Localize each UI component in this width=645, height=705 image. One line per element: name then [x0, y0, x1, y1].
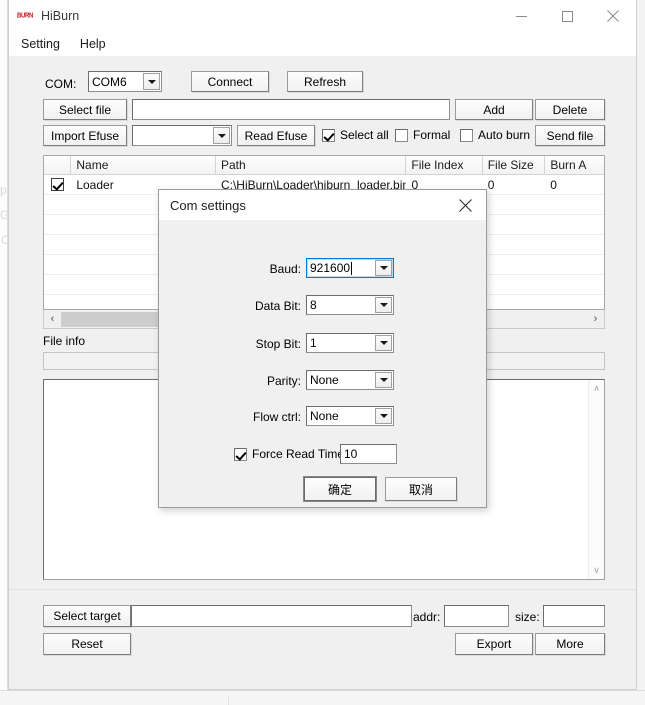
stop-bit-value: 1: [310, 336, 317, 350]
taskbar-edge-line: [0, 690, 645, 691]
data-bit-value: 8: [310, 298, 317, 312]
row-burn-addr: 0: [545, 175, 604, 195]
bottom-panel: Select target addr: size: Reset Export M…: [9, 589, 636, 689]
connect-button[interactable]: Connect: [191, 71, 269, 92]
chevron-down-icon[interactable]: [375, 408, 392, 424]
baud-value: 921600: [310, 261, 351, 275]
checkbox-box: [322, 128, 335, 142]
menu-item-setting[interactable]: Setting: [21, 35, 70, 53]
data-bit-label: Data Bit:: [254, 299, 301, 313]
table-header-file-size[interactable]: File Size: [482, 156, 546, 175]
chevron-down-icon[interactable]: [143, 73, 160, 90]
log-vertical-scrollbar[interactable]: ∧ ∨: [588, 380, 604, 579]
read-efuse-button[interactable]: Read Efuse: [237, 125, 315, 146]
select-all-checkbox[interactable]: Select all: [322, 128, 389, 142]
minimize-icon[interactable]: [498, 0, 544, 32]
chevron-down-icon[interactable]: [375, 297, 392, 313]
table-header-file-index[interactable]: File Index: [406, 156, 483, 175]
import-efuse-button[interactable]: Import Efuse: [43, 125, 127, 146]
scroll-down-icon[interactable]: ∨: [589, 562, 605, 579]
checkbox-box: [395, 128, 408, 142]
export-button[interactable]: Export: [455, 633, 533, 655]
window-controls: [498, 0, 636, 32]
formal-checkbox[interactable]: Formal: [395, 128, 450, 142]
send-file-button[interactable]: Send file: [535, 125, 605, 146]
add-button[interactable]: Add: [455, 99, 533, 120]
flow-ctrl-select[interactable]: None: [306, 406, 394, 426]
file-info-label: File info: [43, 334, 86, 348]
dialog-title-bar: Com settings: [159, 190, 486, 220]
row-select-checkbox[interactable]: [44, 175, 72, 195]
dialog-title: Com settings: [170, 197, 246, 213]
select-file-button[interactable]: Select file: [43, 99, 127, 120]
select-target-button[interactable]: Select target: [43, 605, 131, 627]
dialog-close-icon[interactable]: [444, 190, 486, 220]
scroll-up-icon[interactable]: ∧: [589, 380, 605, 397]
select-all-label: Select all: [340, 128, 389, 142]
menu-item-help[interactable]: Help: [80, 35, 116, 53]
table-header-burn-addr[interactable]: Burn A: [545, 156, 604, 175]
com-port-select[interactable]: COM6: [88, 71, 162, 92]
more-button[interactable]: More: [535, 633, 605, 655]
force-read-time-label: Force Read Time: [252, 447, 345, 461]
auto-burn-label: Auto burn: [478, 128, 531, 142]
row-file-size: 0: [482, 175, 546, 195]
force-read-time-checkbox[interactable]: Force Read Time: [234, 447, 344, 461]
baud-select[interactable]: 921600: [306, 258, 394, 278]
baud-label: Baud:: [269, 262, 301, 276]
com-port-value: COM6: [92, 74, 127, 89]
ok-button[interactable]: 确定: [304, 477, 376, 501]
scroll-left-icon[interactable]: ‹: [44, 310, 61, 328]
com-settings-dialog: Com settings Baud: 921600 Data Bit: 8 St…: [158, 189, 487, 508]
checkbox-box: [234, 447, 247, 461]
window-title: HiBurn: [41, 9, 80, 23]
file-path-input[interactable]: [132, 99, 450, 120]
text-caret: [351, 261, 353, 275]
maximize-icon[interactable]: [544, 0, 590, 32]
stop-bit-label: Stop Bit:: [255, 337, 301, 351]
checkbox-box: [51, 178, 65, 191]
parity-label: Parity:: [266, 374, 301, 388]
burn-logo-icon: BURN: [16, 12, 34, 20]
parity-select[interactable]: None: [306, 370, 394, 390]
title-bar: BURN HiBurn: [9, 0, 636, 32]
close-icon[interactable]: [590, 0, 636, 32]
reset-button[interactable]: Reset: [43, 633, 131, 655]
parity-value: None: [310, 373, 339, 387]
scroll-right-icon[interactable]: ›: [587, 310, 604, 328]
delete-button[interactable]: Delete: [535, 99, 605, 120]
formal-label: Formal: [413, 128, 451, 142]
refresh-button[interactable]: Refresh: [287, 71, 363, 92]
target-input[interactable]: [131, 605, 412, 627]
stop-bit-select[interactable]: 1: [306, 333, 394, 353]
force-read-time-input[interactable]: 10: [340, 444, 397, 464]
checkbox-box: [460, 128, 473, 142]
taskbar-edge: [0, 690, 645, 705]
table-header-path[interactable]: Path: [215, 156, 407, 175]
auto-burn-checkbox[interactable]: Auto burn: [460, 128, 530, 142]
flow-ctrl-label: Flow ctrl:: [253, 410, 301, 424]
size-label: size:: [515, 610, 540, 624]
addr-input[interactable]: [444, 605, 509, 627]
size-input[interactable]: [543, 605, 605, 627]
chevron-down-icon[interactable]: [375, 260, 392, 276]
chevron-down-icon[interactable]: [375, 372, 392, 388]
data-bit-select[interactable]: 8: [306, 295, 394, 315]
table-header-select[interactable]: [44, 156, 72, 175]
background-window: [0, 0, 8, 705]
chevron-down-icon[interactable]: [375, 335, 392, 351]
com-label: COM:: [45, 77, 77, 91]
table-header-row: Name Path File Index File Size Burn A: [44, 156, 604, 175]
chevron-down-icon[interactable]: [213, 127, 230, 144]
flow-ctrl-value: None: [310, 409, 339, 423]
menu-bar: Setting Help: [9, 32, 636, 56]
efuse-select[interactable]: [132, 125, 232, 146]
background-window-text: p: [0, 183, 7, 197]
table-header-name[interactable]: Name: [71, 156, 216, 175]
taskbar-edge-line: [228, 697, 229, 705]
cancel-button[interactable]: 取消: [385, 477, 457, 501]
addr-label: addr:: [413, 610, 441, 624]
dialog-body: Baud: 921600 Data Bit: 8 Stop Bit: 1 Par…: [159, 220, 486, 507]
